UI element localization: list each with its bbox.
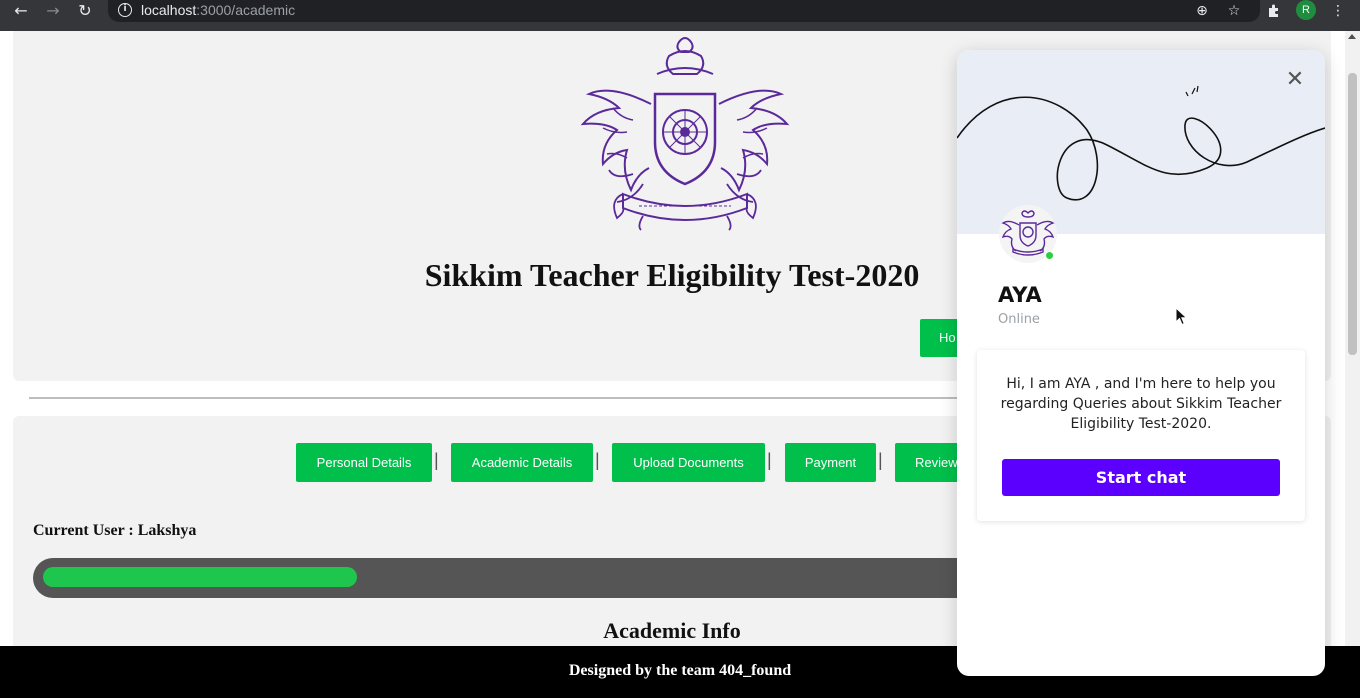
url-host: localhost [141,2,197,18]
current-user-label: Current User : Lakshya [33,522,197,539]
chat-intro-card: Hi, I am AYA , and I'm here to help you … [977,350,1305,521]
address-bar[interactable]: i localhost:3000/academic ⊕ ☆ [108,0,1260,22]
footer-text: Designed by the team 404_found [568,662,792,679]
extensions-icon[interactable] [1264,1,1284,21]
step-academic-details-button[interactable]: Academic Details [451,443,593,482]
step-separator: | [595,450,600,470]
menu-icon[interactable]: ⋮ [1328,1,1348,21]
info-icon[interactable]: i [118,3,132,17]
progress-bar-fill [43,567,357,587]
scrollbar-thumb[interactable] [1348,73,1357,355]
step-separator: | [767,450,772,470]
start-chat-button[interactable]: Start chat [1002,459,1280,496]
profile-avatar[interactable]: R [1296,0,1316,20]
reload-icon[interactable]: ↻ [74,0,96,22]
mouse-cursor-icon [1175,307,1188,326]
step-payment-button[interactable]: Payment [785,443,876,482]
chat-intro-message: Hi, I am AYA , and I'm here to help you … [1000,376,1282,432]
browser-toolbar: ← → ↻ i localhost:3000/academic ⊕ ☆ R ⋮ [0,0,1360,31]
forward-icon[interactable]: → [42,0,64,22]
step-personal-details-button[interactable]: Personal Details [296,443,432,482]
page-scrollbar[interactable] [1345,31,1360,646]
step-upload-documents-button[interactable]: Upload Documents [612,443,765,482]
progress-bar [33,558,1033,598]
chat-widget: ✕ AYA Online Hi, I am AYA , and I'm here… [957,50,1325,676]
url-text[interactable]: localhost:3000/academic [141,1,295,19]
url-path: :3000/academic [196,2,296,18]
bot-name: AYA [998,283,1042,307]
close-icon[interactable]: ✕ [1283,68,1307,92]
step-separator: | [434,450,439,470]
step-separator: | [878,450,883,470]
sikkim-emblem-logo [580,37,790,231]
online-status-dot [1045,251,1054,260]
zoom-icon[interactable]: ⊕ [1192,1,1212,21]
scroll-up-arrow-icon[interactable] [1348,34,1356,39]
back-icon[interactable]: ← [10,0,32,22]
bot-status: Online [998,312,1040,327]
star-icon[interactable]: ☆ [1224,1,1244,21]
